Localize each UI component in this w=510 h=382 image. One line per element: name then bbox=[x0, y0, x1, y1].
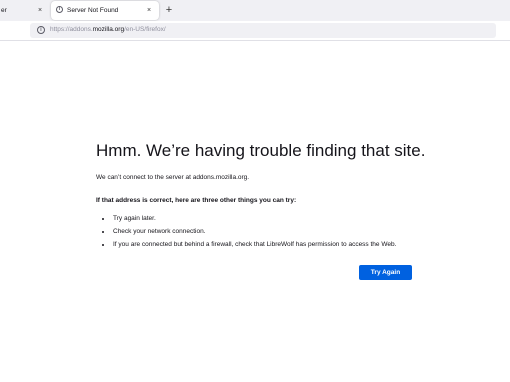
list-item: Check your network connection. bbox=[112, 225, 416, 238]
tips-list: Try again later. Check your network conn… bbox=[96, 212, 416, 251]
new-tab-button[interactable]: + bbox=[162, 2, 176, 18]
url-path: /en-US/firefox/ bbox=[124, 26, 166, 33]
tab-label: Server Not Found bbox=[67, 7, 119, 14]
url-bar[interactable]: i https://addons.mozilla.org/en-US/firef… bbox=[30, 23, 496, 38]
error-description: We can’t connect to the server at addons… bbox=[96, 174, 250, 181]
url-prefix: https://addons. bbox=[50, 26, 93, 33]
list-item: If you are connected but behind a firewa… bbox=[112, 238, 416, 251]
error-title: Hmm. We’re having trouble finding that s… bbox=[96, 141, 426, 160]
tab-strip: er × i Server Not Found × + bbox=[0, 0, 510, 21]
info-icon: i bbox=[56, 6, 63, 13]
list-item: Try again later. bbox=[112, 212, 416, 225]
tab-server-not-found[interactable]: i Server Not Found × bbox=[51, 1, 159, 20]
try-again-button[interactable]: Try Again bbox=[359, 265, 412, 280]
error-page-content: Hmm. We’re having trouble finding that s… bbox=[96, 140, 426, 251]
url-text[interactable]: https://addons.mozilla.org/en-US/firefox… bbox=[50, 26, 166, 33]
info-icon[interactable]: i bbox=[37, 26, 45, 34]
error-subheading: If that address is correct, here are thr… bbox=[96, 197, 297, 204]
tab-label: er bbox=[1, 7, 7, 14]
url-host: mozilla.org bbox=[92, 26, 125, 33]
close-tab-icon[interactable]: × bbox=[147, 7, 151, 14]
navigation-toolbar: i https://addons.mozilla.org/en-US/firef… bbox=[0, 21, 510, 41]
tab-previous[interactable]: er × bbox=[0, 1, 48, 20]
close-tab-icon[interactable]: × bbox=[38, 7, 42, 14]
